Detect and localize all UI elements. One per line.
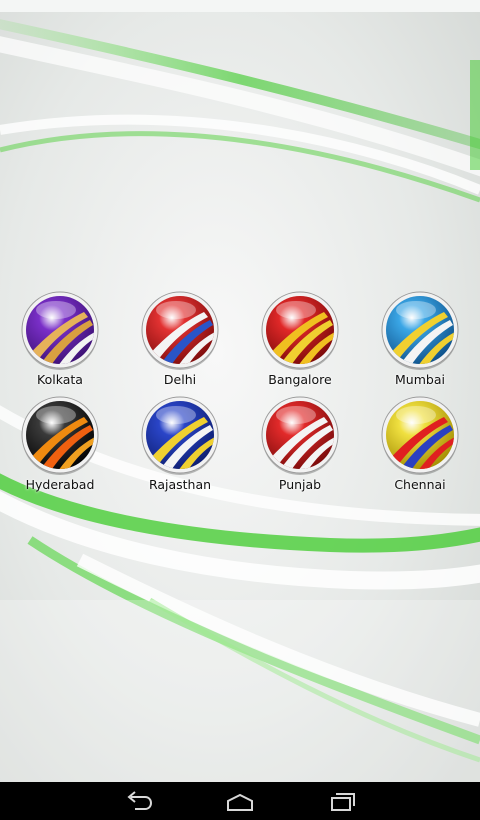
app-bangalore[interactable]: Bangalore <box>240 290 360 395</box>
app-label: Mumbai <box>395 372 445 387</box>
recents-icon <box>331 793 355 811</box>
status-bar <box>0 0 480 12</box>
app-mumbai[interactable]: Mumbai <box>360 290 480 395</box>
road-logo-red-icon <box>141 291 219 370</box>
app-delhi[interactable]: Delhi <box>120 290 240 395</box>
navigation-bar <box>0 782 480 820</box>
app-label: Chennai <box>394 477 446 492</box>
home-button[interactable] <box>210 782 270 820</box>
app-label: Punjab <box>278 477 322 492</box>
road-logo-blue-icon <box>141 396 219 475</box>
back-icon <box>127 791 153 810</box>
home-icon <box>227 793 253 811</box>
road-logo-black-icon <box>21 396 99 475</box>
recents-button[interactable] <box>312 782 372 820</box>
app-rajasthan[interactable]: Rajasthan <box>120 395 240 500</box>
back-button[interactable] <box>108 782 168 820</box>
road-logo-yellow-icon <box>381 396 459 475</box>
app-label: Kolkata <box>37 372 83 387</box>
app-punjab[interactable]: Punjab <box>240 395 360 500</box>
road-logo-red-icon <box>261 396 339 475</box>
app-grid: Kolkata Delhi Bangalore Mumbai Hyderabad Raja… <box>0 290 480 500</box>
road-logo-purple-icon <box>21 291 99 370</box>
app-kolkata[interactable]: Kolkata <box>0 290 120 395</box>
app-label: Rajasthan <box>148 477 212 492</box>
home-screen: Kolkata Delhi Bangalore Mumbai Hyderabad Raja… <box>0 0 480 820</box>
road-logo-blue-icon <box>381 291 459 370</box>
app-chennai[interactable]: Chennai <box>360 395 480 500</box>
app-label: Delhi <box>163 372 197 387</box>
app-label: Bangalore <box>268 372 332 387</box>
app-hyderabad[interactable]: Hyderabad <box>0 395 120 500</box>
road-logo-red-icon <box>261 291 339 370</box>
app-label: Hyderabad <box>25 477 95 492</box>
